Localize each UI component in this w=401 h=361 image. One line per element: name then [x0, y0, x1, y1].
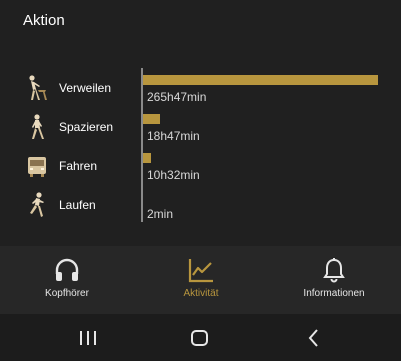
activity-duration: 265h47min: [147, 90, 207, 104]
standing-person-icon: [24, 74, 50, 102]
activity-row-fahren: Fahren 10h32min: [0, 148, 401, 184]
activity-label: Spazieren: [59, 120, 114, 134]
activity-chart-icon: [187, 256, 215, 284]
activity-list: Verweilen 265h47min Spazieren 18h47min F…: [0, 68, 401, 228]
recent-apps-icon[interactable]: [76, 326, 100, 350]
headphones-icon: [53, 256, 81, 284]
system-navigation-bar: [0, 314, 401, 361]
activity-duration-bar: [143, 114, 160, 124]
bottom-tab-bar: Kopfhörer Aktivität Informationen: [0, 246, 401, 314]
activity-row-laufen: Laufen 2min: [0, 187, 401, 223]
walking-person-icon: [24, 113, 50, 141]
activity-label: Laufen: [59, 198, 96, 212]
activity-duration-bar: [143, 75, 378, 85]
tab-kopfhoerer[interactable]: Kopfhörer: [0, 246, 134, 314]
activity-duration: 10h32min: [147, 168, 200, 182]
activity-row-verweilen: Verweilen 265h47min: [0, 70, 401, 106]
activity-duration: 18h47min: [147, 129, 200, 143]
tab-informationen[interactable]: Informationen: [267, 246, 401, 314]
bus-icon: [24, 152, 50, 180]
activity-duration: 2min: [147, 207, 174, 221]
tab-label: Kopfhörer: [45, 288, 89, 299]
tab-label: Aktivität: [183, 288, 219, 299]
tab-label: Informationen: [303, 288, 365, 299]
running-person-icon: [24, 191, 50, 219]
activity-label: Fahren: [59, 159, 98, 173]
page-title: Aktion: [23, 12, 65, 29]
back-icon[interactable]: [302, 326, 326, 350]
home-icon[interactable]: [188, 326, 212, 350]
activity-row-spazieren: Spazieren 18h47min: [0, 109, 401, 145]
activity-duration-bar: [143, 153, 151, 163]
activity-label: Verweilen: [59, 81, 112, 95]
bell-icon: [320, 256, 348, 284]
tab-aktivitaet[interactable]: Aktivität: [134, 246, 268, 314]
